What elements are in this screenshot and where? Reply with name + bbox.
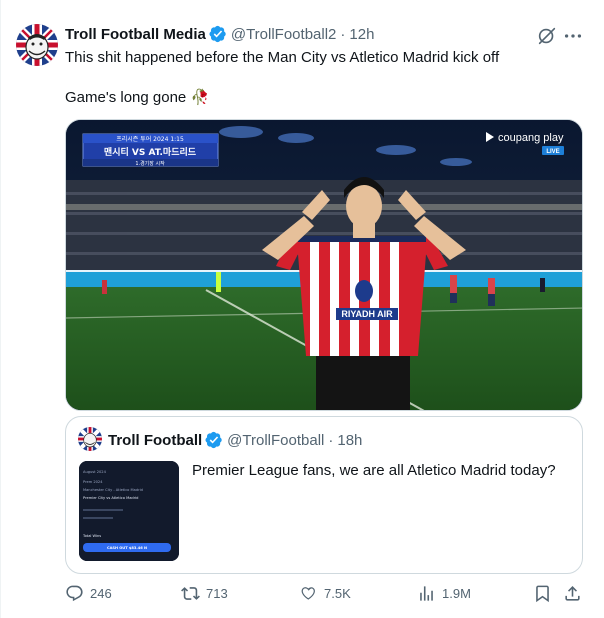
quoted-tweet-header: Troll Football @TrollFootball · 18h <box>108 431 362 449</box>
like-count: 7.5K <box>324 586 351 601</box>
shirt-sponsor-label: RIYADH AIR <box>341 309 393 319</box>
tweet-text: This shit happened before the Man City v… <box>65 48 585 108</box>
quoted-author-avatar[interactable] <box>78 427 102 451</box>
thumb-line-4: Premier City vs Atletico Madrid <box>83 496 138 500</box>
thumb-line-5: Total Wins <box>82 534 101 538</box>
grok-icon[interactable] <box>536 25 558 47</box>
repost-icon <box>181 587 200 600</box>
thumb-cashout-button: CASH OUT $83.46 N <box>107 546 147 550</box>
live-badge: LIVE <box>546 149 559 155</box>
tweet-header: Troll Football Media @TrollFootball2 · 1… <box>65 25 374 43</box>
heart-icon <box>301 587 315 600</box>
bookmark-button[interactable] <box>533 584 552 603</box>
reply-button[interactable]: 246 <box>65 584 112 603</box>
views-icon <box>420 586 433 601</box>
quoted-tweet-time[interactable]: 18h <box>337 432 362 449</box>
quoted-tweet[interactable]: Troll Football @TrollFootball · 18h Augu… <box>65 416 583 574</box>
views-button[interactable]: 1.9M <box>417 584 471 603</box>
share-icon <box>565 586 580 601</box>
tweet: Troll Football Media @TrollFootball2 · 1… <box>0 0 604 618</box>
broadcaster-logo: coupang play <box>498 132 564 144</box>
quoted-tweet-thumbnail[interactable]: August 2024 Prem 2024 Manchester City - … <box>79 461 179 561</box>
quoted-author-name[interactable]: Troll Football <box>108 432 202 449</box>
scoreboard-bottom-text: 1.경기장 시작 <box>135 160 165 167</box>
more-icon[interactable] <box>562 25 584 47</box>
reply-count: 246 <box>90 586 112 601</box>
scoreboard-teams-text: 맨시티 VS AT.마드리드 <box>104 146 197 158</box>
betting-slip-image: August 2024 Prem 2024 Manchester City - … <box>79 461 179 561</box>
quoted-tweet-text: Premier League fans, we are all Atletico… <box>192 462 556 479</box>
author-handle[interactable]: @TrollFootball2 <box>231 26 337 43</box>
separator-dot: · <box>328 431 334 449</box>
repost-count: 713 <box>206 586 228 601</box>
share-button[interactable] <box>563 584 582 603</box>
thumb-line-3: Manchester City - Atletico Madrid <box>83 488 143 492</box>
like-button[interactable]: 7.5K <box>299 584 351 603</box>
thumb-line-1: August 2024 <box>83 470 107 474</box>
verified-badge-icon <box>209 25 226 43</box>
separator-dot: · <box>340 25 346 43</box>
tweet-action-bar: 246 713 7.5K 1.9M <box>65 584 585 608</box>
repost-button[interactable]: 713 <box>181 584 228 603</box>
author-avatar[interactable] <box>16 24 58 66</box>
thumb-line-2: Prem 2024 <box>83 480 103 484</box>
verified-badge-icon <box>205 431 222 449</box>
author-name[interactable]: Troll Football Media <box>65 26 206 43</box>
reply-icon <box>66 585 83 602</box>
tweet-media-image[interactable]: RIYADH AIR 프리시즌 투어 2024 1:15 맨시티 VS AT.마… <box>65 119 583 411</box>
stadium-photo: RIYADH AIR 프리시즌 투어 2024 1:15 맨시티 VS AT.마… <box>66 120 582 410</box>
bookmark-icon <box>536 585 549 603</box>
union-jack-troll-avatar <box>16 24 58 66</box>
union-jack-troll-avatar <box>78 427 102 451</box>
tweet-text-line-2: Game's long gone 🥀 <box>65 89 210 106</box>
quoted-author-handle[interactable]: @TrollFootball <box>227 432 324 449</box>
views-count: 1.9M <box>442 586 471 601</box>
tweet-text-line-1: This shit happened before the Man City v… <box>65 49 500 66</box>
tweet-time[interactable]: 12h <box>349 26 374 43</box>
scoreboard-top-text: 프리시즌 투어 2024 1:15 <box>116 135 184 143</box>
